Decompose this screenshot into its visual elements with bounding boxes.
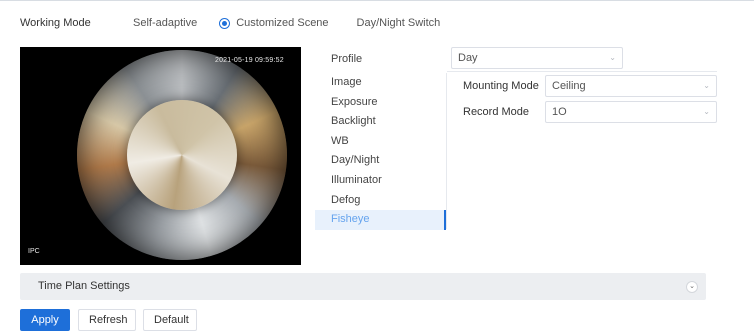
mounting-mode-label: Mounting Mode xyxy=(463,80,539,92)
working-mode-row: Working Mode Self-adaptive Customized Sc… xyxy=(20,15,462,31)
profile-select-value: Day xyxy=(458,52,478,64)
radio-self-adaptive[interactable]: Self-adaptive xyxy=(133,17,197,29)
menu-divider xyxy=(446,73,447,229)
chevron-down-icon[interactable]: ⌄ xyxy=(686,281,698,293)
fisheye-image xyxy=(77,50,287,260)
radio-day-night-switch[interactable]: Day/Night Switch xyxy=(357,17,441,29)
menu-item-fisheye[interactable]: Fisheye xyxy=(315,210,446,230)
video-channel-name: IPC xyxy=(28,248,40,255)
record-mode-select[interactable]: 1O ⌄ xyxy=(545,101,717,123)
mounting-mode-select[interactable]: Ceiling ⌄ xyxy=(545,75,717,97)
time-plan-settings-bar[interactable]: Time Plan Settings ⌄ xyxy=(20,273,706,300)
radio-customized-scene-label: Customized Scene xyxy=(236,17,329,29)
settings-menu: Profile Image Exposure Backlight WB Day/… xyxy=(315,47,446,230)
menu-item-backlight[interactable]: Backlight xyxy=(315,112,446,132)
record-mode-value: 1O xyxy=(552,106,567,118)
live-video-preview: 2021-05-19 09:59:52 IPC xyxy=(20,47,301,265)
radio-checked-icon[interactable] xyxy=(219,17,231,29)
menu-item-day-night[interactable]: Day/Night xyxy=(315,151,446,171)
default-button[interactable]: Default xyxy=(143,309,197,331)
menu-item-illuminator[interactable]: Illuminator xyxy=(315,171,446,191)
fisheye-center xyxy=(127,100,237,210)
record-mode-label: Record Mode xyxy=(463,106,530,118)
mounting-mode-value: Ceiling xyxy=(552,80,586,92)
chevron-down-icon: ⌄ xyxy=(609,53,616,62)
radio-self-adaptive-label: Self-adaptive xyxy=(133,17,198,29)
apply-button[interactable]: Apply xyxy=(20,309,70,331)
radio-day-night-switch-label: Day/Night Switch xyxy=(356,17,441,29)
menu-item-exposure[interactable]: Exposure xyxy=(315,93,446,113)
profile-select[interactable]: Day ⌄ xyxy=(451,47,623,69)
chevron-down-icon: ⌄ xyxy=(703,107,710,116)
menu-item-profile: Profile xyxy=(331,53,363,65)
menu-item-wb[interactable]: WB xyxy=(315,132,446,152)
video-timestamp: 2021-05-19 09:59:52 xyxy=(215,57,284,64)
refresh-button[interactable]: Refresh xyxy=(78,309,136,331)
fisheye-panel-top-border xyxy=(447,71,717,72)
time-plan-settings-label: Time Plan Settings xyxy=(38,280,130,292)
working-mode-label: Working Mode xyxy=(20,17,91,29)
radio-customized-scene[interactable]: Customized Scene xyxy=(219,17,329,29)
chevron-down-icon: ⌄ xyxy=(703,81,710,90)
menu-item-image[interactable]: Image xyxy=(315,73,446,93)
top-divider xyxy=(0,0,754,1)
menu-item-defog[interactable]: Defog xyxy=(315,191,446,211)
